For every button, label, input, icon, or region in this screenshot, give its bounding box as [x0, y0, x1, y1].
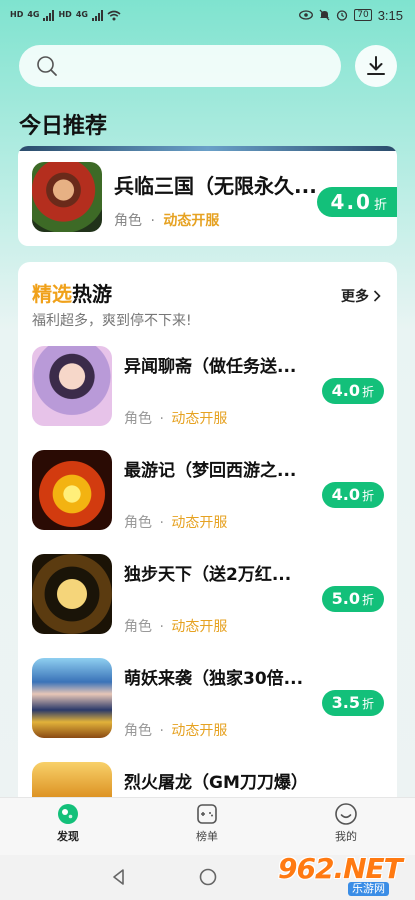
game-list-item[interactable]: 异闻聊斋（做任务送... 角色 · 动态开服 4.0 折: [32, 346, 384, 436]
discount-value: 4.0: [331, 485, 360, 504]
discount-value: 5.0: [331, 589, 360, 608]
status-bar-left: HD 4G HD 4G: [10, 9, 121, 21]
game-title: 兵临三国（无限永久...: [114, 174, 317, 198]
meta-separator: ·: [159, 411, 164, 427]
nav-item-rankings[interactable]: 榜单: [167, 802, 247, 844]
discover-icon: [58, 804, 78, 824]
game-meta: 角色 · 动态开服: [124, 616, 227, 636]
game-category: 角色: [114, 213, 142, 229]
discount-badge: 4.0 折: [321, 482, 384, 508]
watermark-logo: 962.NET 乐游网: [278, 852, 410, 896]
mute-icon: [319, 9, 330, 21]
watermark-brand: 962.NET: [278, 852, 403, 885]
search-icon: [37, 56, 57, 76]
game-icon: [32, 162, 102, 232]
more-link[interactable]: 更多: [341, 286, 381, 306]
discount-value: 4.0: [330, 190, 372, 214]
featured-game-card[interactable]: 兵临三国（无限永久... 角色 · 动态开服 4.0 折: [18, 146, 397, 246]
network-label-2: 4G: [75, 10, 88, 19]
game-category: 角色: [124, 723, 152, 739]
game-meta: 角色 · 动态开服: [114, 210, 219, 230]
game-tag: 动态开服: [171, 723, 228, 739]
game-meta: 角色 · 动态开服: [124, 720, 227, 740]
game-title: 烈火屠龙（GM刀刀爆）: [124, 773, 308, 793]
download-button[interactable]: [355, 45, 397, 87]
more-label: 更多: [341, 289, 369, 305]
eye-icon: [299, 10, 314, 20]
bottom-nav: 发现 榜单 我的: [0, 797, 415, 855]
chevron-right-icon: [373, 290, 381, 302]
search-input[interactable]: [19, 45, 341, 87]
wifi-icon: [107, 10, 121, 20]
game-tag: 动态开服: [163, 213, 220, 229]
nav-label: 发现: [57, 830, 79, 843]
game-tag: 动态开服: [171, 515, 228, 531]
home-icon[interactable]: [199, 868, 217, 886]
game-meta: 角色 · 动态开服: [124, 512, 227, 532]
game-list-item[interactable]: 独步天下（送2万红... 角色 · 动态开服 5.0 折: [32, 554, 384, 644]
game-list-item[interactable]: 萌妖来袭（独家30倍... 角色 · 动态开服 3.5 折: [32, 658, 384, 748]
status-bar-right: 70 3:15: [299, 8, 403, 23]
alarm-icon: [337, 10, 348, 21]
discount-value: 4.0: [331, 381, 360, 400]
gamepad-icon: [197, 804, 217, 824]
status-time: 3:15: [377, 7, 403, 23]
section-title-today: 今日推荐: [19, 114, 108, 139]
status-bar: HD 4G HD 4G 70 3:15: [0, 0, 415, 30]
discount-value: 3.5: [331, 693, 360, 712]
game-list-item[interactable]: 烈火屠龙（GM刀刀爆）: [32, 762, 384, 797]
game-title: 异闻聊斋（做任务送...: [124, 357, 297, 377]
hd-label-2: HD: [58, 10, 72, 19]
discount-badge: 4.0 折: [316, 187, 397, 217]
network-label: 4G: [27, 10, 40, 19]
back-icon[interactable]: [110, 868, 128, 886]
meta-separator: ·: [159, 515, 164, 531]
watermark-sub: 乐游网: [348, 882, 389, 896]
hot-games-title: 精选热游: [32, 278, 112, 307]
hd-label: HD: [10, 10, 24, 19]
signal-icon-2: [91, 9, 103, 21]
game-icon: [32, 554, 112, 634]
nav-label: 我的: [335, 830, 357, 843]
meta-separator: ·: [159, 723, 164, 739]
discount-unit: 折: [361, 593, 374, 607]
game-icon: [32, 346, 112, 426]
game-category: 角色: [124, 411, 152, 427]
game-title: 萌妖来袭（独家30倍...: [124, 669, 304, 689]
game-category: 角色: [124, 515, 152, 531]
download-icon: [367, 56, 385, 75]
smile-icon: [335, 803, 357, 825]
game-title: 独步天下（送2万红...: [124, 565, 292, 585]
game-title: 最游记（梦回西游之...: [124, 461, 297, 481]
game-icon: [32, 762, 112, 797]
discount-badge: 5.0 折: [321, 586, 384, 612]
discount-badge: 4.0 折: [321, 378, 384, 404]
nav-item-discover[interactable]: 发现: [28, 802, 108, 844]
nav-item-mine[interactable]: 我的: [306, 802, 386, 844]
meta-separator: ·: [150, 213, 155, 229]
battery-icon: 70: [354, 9, 372, 21]
title-accent: 精选: [32, 282, 72, 306]
hot-games-subtitle: 福利超多，爽到停不下来!: [32, 313, 192, 329]
nav-label: 榜单: [196, 830, 218, 843]
discount-badge: 3.5 折: [321, 690, 384, 716]
game-list-item[interactable]: 最游记（梦回西游之... 角色 · 动态开服 4.0 折: [32, 450, 384, 540]
title-rest: 热游: [72, 282, 112, 306]
discount-unit: 折: [373, 198, 387, 213]
discount-unit: 折: [361, 385, 374, 399]
discount-unit: 折: [361, 489, 374, 503]
hot-games-panel: 精选热游 福利超多，爽到停不下来! 更多 异闻聊斋（做任务送... 角色 · 动…: [18, 262, 397, 822]
signal-icon: [43, 9, 55, 21]
game-icon: [32, 450, 112, 530]
game-meta: 角色 · 动态开服: [124, 408, 227, 428]
game-icon: [32, 658, 112, 738]
discount-unit: 折: [361, 697, 374, 711]
game-category: 角色: [124, 619, 152, 635]
meta-separator: ·: [159, 619, 164, 635]
game-tag: 动态开服: [171, 411, 228, 427]
game-tag: 动态开服: [171, 619, 228, 635]
